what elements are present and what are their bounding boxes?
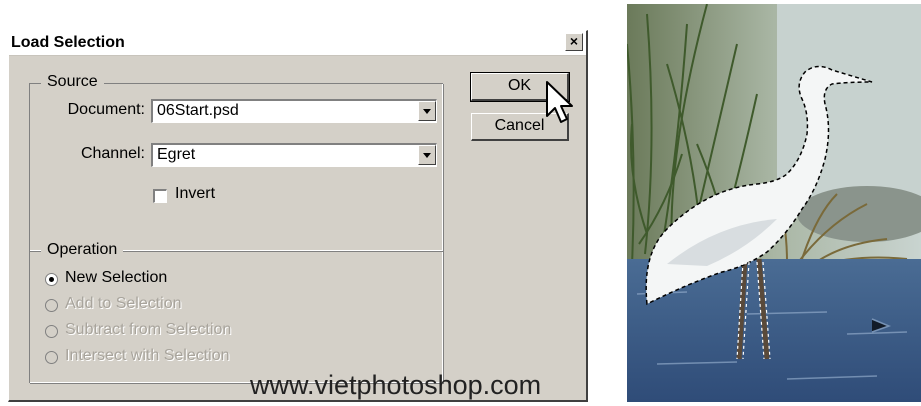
new-selection-radio[interactable] (45, 273, 58, 286)
new-selection-label[interactable]: New Selection (65, 269, 167, 287)
document-label: Document: (67, 101, 145, 118)
source-group-title: Source (41, 73, 104, 91)
channel-select[interactable]: Egret (151, 143, 437, 167)
chevron-down-icon[interactable] (418, 101, 436, 121)
add-to-selection-radio (45, 299, 58, 312)
document-select-value: 06Start.psd (157, 102, 239, 119)
invert-label[interactable]: Invert (175, 185, 215, 203)
close-icon[interactable]: × (565, 33, 583, 51)
load-selection-dialog: Load Selection × Source Document: 06Star… (8, 30, 588, 402)
operation-group: Operation New Selection Add to Selection… (29, 241, 443, 383)
watermark-text: www.vietphotoshop.com (250, 370, 542, 400)
channel-label: Channel: (80, 145, 145, 162)
chevron-down-icon[interactable] (418, 145, 436, 165)
document-select[interactable]: 06Start.psd (151, 99, 437, 123)
dialog-title: Load Selection (11, 34, 125, 51)
egret-photo (627, 4, 921, 402)
subtract-from-selection-label: Subtract from Selection (65, 321, 232, 338)
subtract-from-selection-radio (45, 325, 58, 338)
egret-image (627, 4, 921, 402)
channel-select-value: Egret (157, 146, 196, 163)
intersect-with-selection-label: Intersect with Selection (65, 347, 230, 364)
dialog-titlebar: Load Selection × (9, 31, 586, 56)
invert-checkbox[interactable] (153, 189, 167, 203)
operation-group-title: Operation (41, 241, 124, 259)
add-to-selection-label: Add to Selection (65, 295, 182, 312)
source-group: Source Document: 06Start.psd Channel: Eg… (29, 73, 443, 251)
intersect-with-selection-radio (45, 351, 58, 364)
arrow-cursor-icon (546, 81, 573, 123)
